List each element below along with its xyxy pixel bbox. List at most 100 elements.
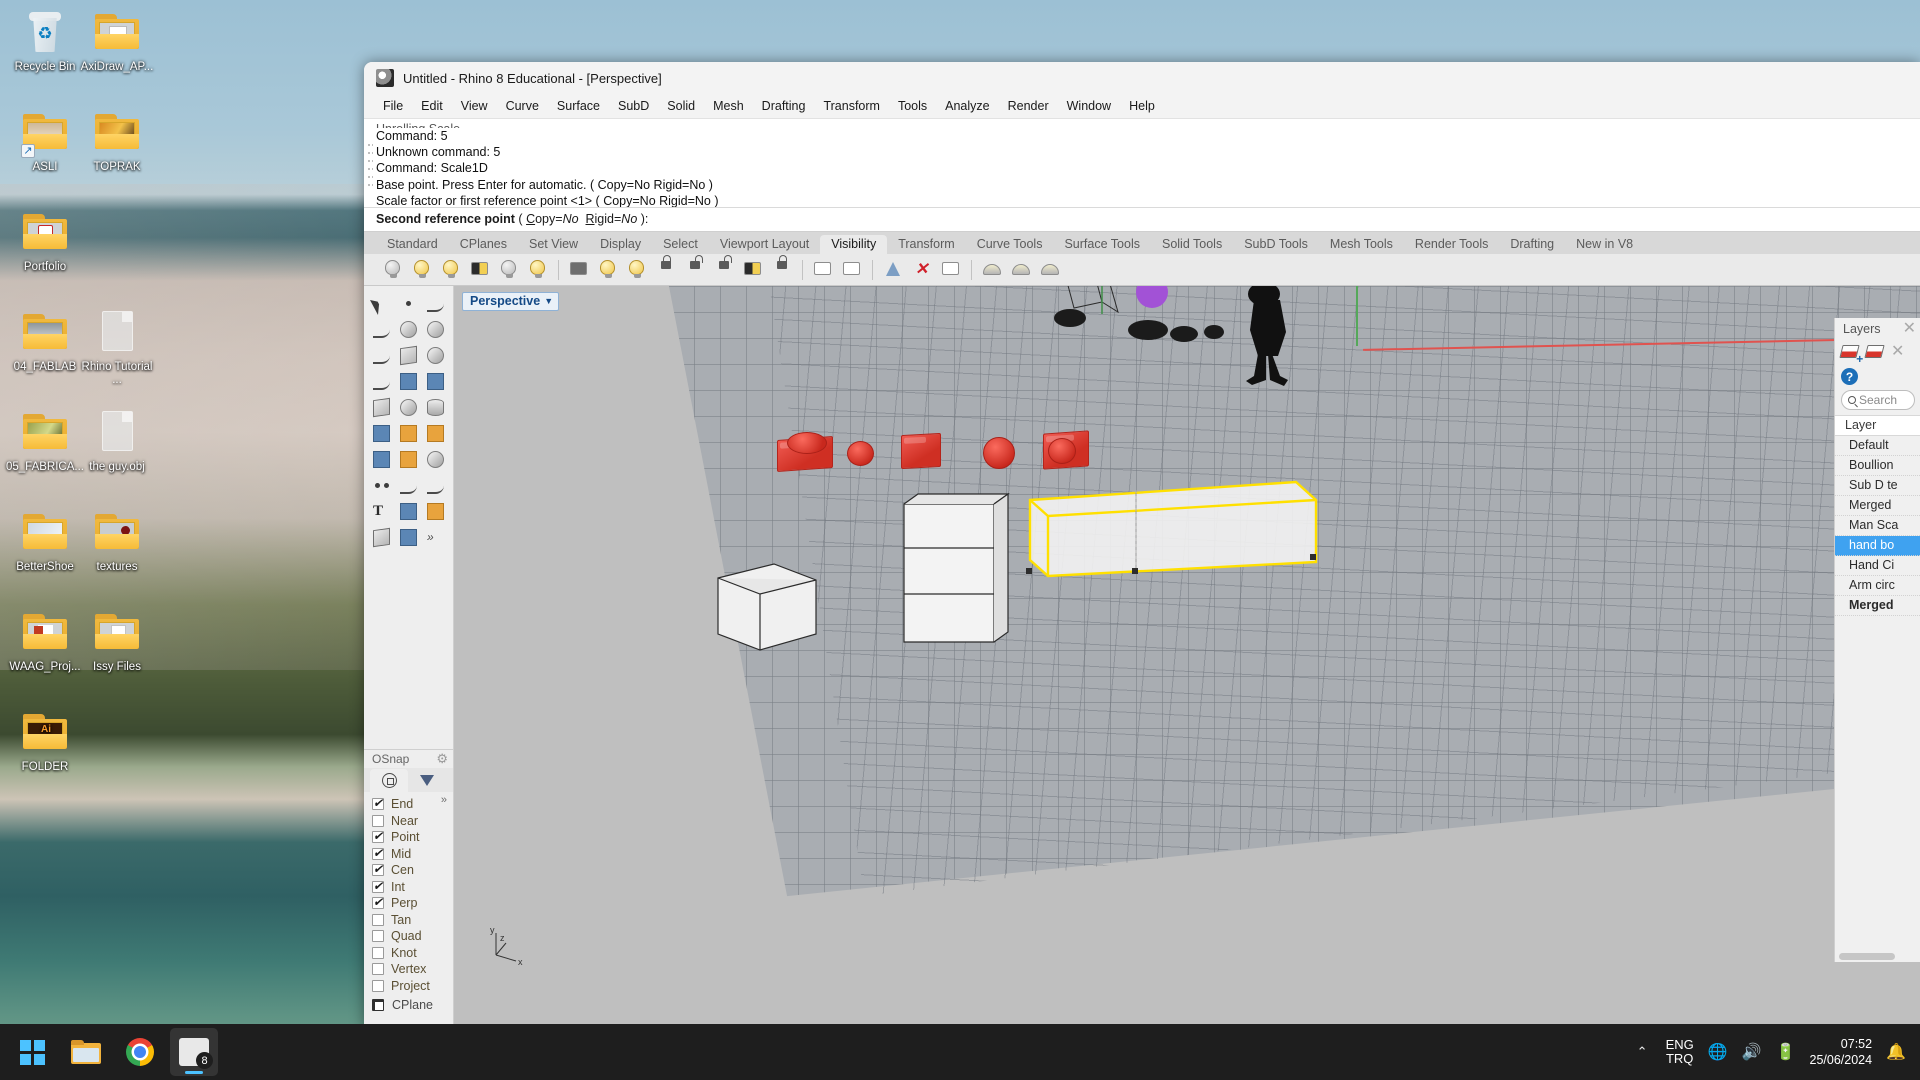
toolbar-tab-render-tools[interactable]: Render Tools: [1404, 235, 1499, 254]
layer-row[interactable]: Boullion: [1835, 456, 1920, 476]
osnap-option-project[interactable]: Project: [372, 978, 453, 995]
clipping-plane-icon[interactable]: [880, 257, 906, 283]
bell-icon[interactable]: 🔔: [1886, 1042, 1906, 1062]
desktop-icon-recycle-bin[interactable]: ♻ Recycle Bin: [6, 8, 84, 74]
show-layer-icon[interactable]: [595, 257, 621, 283]
surface-loft-icon[interactable]: [422, 369, 449, 395]
menu-transform[interactable]: Transform: [814, 96, 889, 116]
block-icon[interactable]: [395, 525, 422, 551]
desktop-icon-rhino-tutorial[interactable]: Rhino Tutorial ...: [78, 308, 156, 387]
select-bounding-box-2-icon[interactable]: [839, 257, 865, 283]
menu-tools[interactable]: Tools: [889, 96, 936, 116]
toolbar-tab-mesh-tools[interactable]: Mesh Tools: [1319, 235, 1404, 254]
edge-analysis-icon[interactable]: [1037, 257, 1063, 283]
desktop-icon-waag-proj[interactable]: WAAG_Proj...: [6, 608, 84, 674]
toolbar-tab-select[interactable]: Select: [652, 235, 709, 254]
red-cylinder-3[interactable]: [983, 437, 1015, 469]
menu-render[interactable]: Render: [999, 96, 1058, 116]
delete-layer-icon[interactable]: ✕: [1891, 343, 1911, 363]
toolbar-tab-drafting[interactable]: Drafting: [1499, 235, 1565, 254]
toolbar-tab-surface-tools[interactable]: Surface Tools: [1053, 235, 1151, 254]
desktop-icon-the-guy-obj[interactable]: the guy.obj: [78, 408, 156, 474]
menu-file[interactable]: File: [374, 96, 412, 116]
layer-row[interactable]: Man Sca: [1835, 516, 1920, 536]
split-icon[interactable]: [422, 473, 449, 499]
gear-icon[interactable]: ⚙: [436, 751, 448, 767]
lock-layer-icon[interactable]: [740, 257, 766, 283]
speaker-icon[interactable]: 🔊: [1742, 1042, 1762, 1062]
toolbar-tab-display[interactable]: Display: [589, 235, 652, 254]
desktop-icon-asli[interactable]: ↗ ASLI: [6, 108, 84, 174]
osnap-checkbox[interactable]: [372, 814, 384, 827]
hide-objects-icon[interactable]: [380, 257, 406, 283]
language-indicator[interactable]: ENG TRQ: [1666, 1038, 1694, 1066]
polyline-icon[interactable]: [368, 317, 395, 343]
red-cylinder-4[interactable]: [1048, 438, 1076, 464]
red-cylinder-1[interactable]: [787, 432, 827, 454]
osnap-checkbox[interactable]: [372, 963, 384, 976]
chrome-button[interactable]: [116, 1028, 164, 1076]
select-bounding-box-icon[interactable]: [810, 257, 836, 283]
layer-row[interactable]: hand bo: [1835, 536, 1920, 556]
box-icon[interactable]: [368, 395, 395, 421]
chevron-down-icon[interactable]: ▼: [544, 296, 553, 306]
rhino-button[interactable]: 8: [170, 1028, 218, 1076]
point-icon[interactable]: [395, 291, 422, 317]
render-icon[interactable]: [368, 525, 395, 551]
command-history[interactable]: Unrolling ScaleCommand: 5 Unknown command…: [364, 119, 1920, 207]
red-cylinder-2[interactable]: [847, 441, 874, 466]
sphere-icon[interactable]: [395, 395, 422, 421]
curve-tools-icon[interactable]: [368, 369, 395, 395]
fillet-icon[interactable]: [395, 447, 422, 473]
desktop-icon-bettershoe[interactable]: BetterShoe: [6, 508, 84, 574]
arc-icon[interactable]: [368, 343, 395, 369]
menu-analyze[interactable]: Analyze: [936, 96, 998, 116]
close-icon[interactable]: ✕: [1903, 320, 1916, 338]
menu-window[interactable]: Window: [1058, 96, 1120, 116]
desktop-icon-textures[interactable]: textures: [78, 508, 156, 574]
menu-surface[interactable]: Surface: [548, 96, 609, 116]
tab-selection-filter[interactable]: [408, 769, 446, 792]
toolbar-tab-visibility[interactable]: Visibility: [820, 235, 888, 254]
show-selected-icon[interactable]: [438, 257, 464, 283]
osnap-option-knot[interactable]: Knot: [372, 945, 453, 962]
osnap-option-tan[interactable]: Tan: [372, 912, 453, 929]
layer-row[interactable]: Merged: [1835, 496, 1920, 516]
text-icon[interactable]: T: [368, 499, 395, 525]
osnap-option-int[interactable]: Int: [372, 879, 453, 896]
osnap-option-mid[interactable]: Mid: [372, 846, 453, 863]
menu-view[interactable]: View: [452, 96, 497, 116]
polygon-icon[interactable]: [422, 343, 449, 369]
osnap-checkbox[interactable]: [372, 930, 384, 943]
rigid-option-value[interactable]: No: [621, 212, 637, 226]
control-point-curve-icon[interactable]: [422, 291, 449, 317]
desktop-icon-04-fablab[interactable]: 04_FABLAB: [6, 308, 84, 374]
dot-icon[interactable]: [368, 473, 395, 499]
ellipse-icon[interactable]: [422, 317, 449, 343]
show-swap-icon[interactable]: [525, 257, 551, 283]
toolbar-tab-set-view[interactable]: Set View: [518, 235, 589, 254]
osnap-checkbox[interactable]: [372, 862, 384, 877]
mesh-tools-icon[interactable]: [422, 421, 449, 447]
lock-objects-icon[interactable]: [653, 254, 679, 283]
layer-row[interactable]: Arm circ: [1835, 576, 1920, 596]
osnap-option-vertex[interactable]: Vertex: [372, 961, 453, 978]
desktop-icon-folder[interactable]: Ai FOLDER: [6, 708, 84, 774]
osnap-checkbox[interactable]: [372, 895, 384, 910]
layers-search-input[interactable]: Search: [1841, 390, 1915, 410]
layers-horizontal-scrollbar[interactable]: [1835, 950, 1920, 962]
desktop-icon-portfolio[interactable]: Portfolio: [6, 208, 84, 274]
desktop-icon-toprak[interactable]: TOPRAK: [78, 108, 156, 174]
desktop-icon-issy-files[interactable]: Issy Files: [78, 608, 156, 674]
menu-solid[interactable]: Solid: [658, 96, 704, 116]
toolbar-tab-transform[interactable]: Transform: [887, 235, 966, 254]
toolbar-tab-standard[interactable]: Standard: [376, 235, 449, 254]
show-edges-icon[interactable]: [979, 257, 1005, 283]
select-arrow-icon[interactable]: [368, 291, 395, 317]
toolbar-tab-cplanes[interactable]: CPlanes: [449, 235, 518, 254]
subd-tools-icon[interactable]: [395, 421, 422, 447]
hide-swap-icon[interactable]: [496, 257, 522, 283]
menu-edit[interactable]: Edit: [412, 96, 452, 116]
more-tools-icon[interactable]: »: [422, 525, 449, 551]
menu-subd[interactable]: SubD: [609, 96, 658, 116]
